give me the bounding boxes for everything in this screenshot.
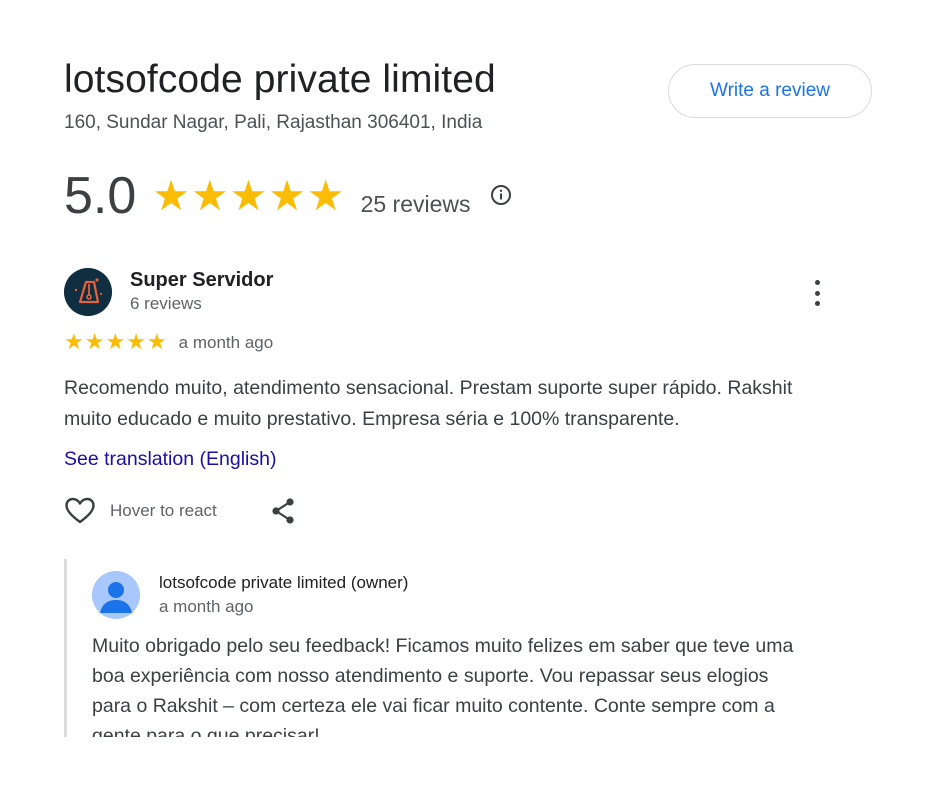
star-icon: ★ [146,330,167,355]
write-review-button[interactable]: Write a review [668,64,872,118]
reviewer-name[interactable]: Super Servidor [130,269,273,292]
star-icon: ★ [229,171,268,220]
info-icon[interactable] [489,183,513,207]
owner-avatar [92,571,140,619]
reviewer-review-count: 6 reviews [130,294,202,313]
owner-reply: lotsofcode private limited (owner) a mon… [64,559,844,737]
star-icon: ★ [190,171,229,220]
star-icon: ★ [152,171,190,220]
star-icon: ★ [268,171,306,220]
star-icon: ★ [105,330,126,355]
review-text: Recomendo muito, atendimento sensacional… [64,377,793,430]
pen-nib-icon [64,268,112,316]
review-stars: ★ ★ ★ ★ ★ [64,332,167,354]
owner-reply-text: Muito obrigado pelo seu feedback! Ficamo… [92,635,794,737]
star-icon: ★ [64,330,84,355]
review-count[interactable]: 25 reviews [361,191,471,218]
hover-to-react-label: Hover to react [110,501,217,520]
review-time: a month ago [178,333,274,352]
star-icon: ★ [306,171,345,220]
overall-rating: 5.0 ★ ★ ★ ★ ★ 25 reviews [64,166,513,226]
business-name: lotsofcode private limited [64,58,496,101]
business-address: 160, Sundar Nagar, Pali, Rajasthan 30640… [64,112,483,133]
heart-icon[interactable] [64,495,96,527]
star-icon: ★ [84,330,105,355]
react-row: Hover to react [64,494,294,528]
owner-name: lotsofcode private limited (owner) [159,573,409,592]
review-rating-row: ★ ★ ★ ★ ★ a month ago [64,332,273,354]
rating-value: 5.0 [64,167,137,225]
star-icon: ★ [126,330,146,355]
rating-stars: ★ ★ ★ ★ ★ [152,175,344,217]
reviewer-avatar[interactable] [64,268,112,316]
more-options-icon[interactable] [804,278,830,308]
share-icon[interactable] [270,497,296,525]
see-translation-link[interactable]: See translation (English) [64,448,276,471]
person-icon [92,571,140,619]
owner-reply-time: a month ago [159,597,254,616]
